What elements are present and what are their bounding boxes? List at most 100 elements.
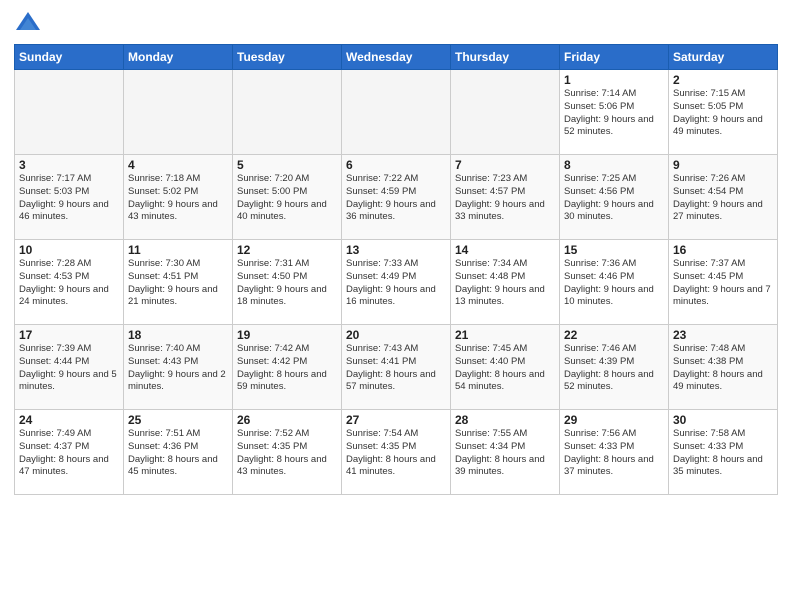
day-info: Sunrise: 7:45 AM Sunset: 4:40 PM Dayligh…: [455, 343, 555, 394]
day-number: 1: [564, 73, 664, 87]
day-number: 29: [564, 413, 664, 427]
calendar-cell: 3Sunrise: 7:17 AM Sunset: 5:03 PM Daylig…: [15, 155, 124, 240]
day-of-week-header: Tuesday: [233, 45, 342, 70]
calendar-cell: 26Sunrise: 7:52 AM Sunset: 4:35 PM Dayli…: [233, 410, 342, 495]
header: [14, 10, 778, 38]
day-info: Sunrise: 7:55 AM Sunset: 4:34 PM Dayligh…: [455, 428, 555, 479]
day-number: 15: [564, 243, 664, 257]
calendar-cell: 22Sunrise: 7:46 AM Sunset: 4:39 PM Dayli…: [560, 325, 669, 410]
day-number: 25: [128, 413, 228, 427]
day-number: 7: [455, 158, 555, 172]
day-info: Sunrise: 7:31 AM Sunset: 4:50 PM Dayligh…: [237, 258, 337, 309]
calendar-week-row: 24Sunrise: 7:49 AM Sunset: 4:37 PM Dayli…: [15, 410, 778, 495]
day-number: 4: [128, 158, 228, 172]
day-info: Sunrise: 7:23 AM Sunset: 4:57 PM Dayligh…: [455, 173, 555, 224]
day-info: Sunrise: 7:34 AM Sunset: 4:48 PM Dayligh…: [455, 258, 555, 309]
day-number: 6: [346, 158, 446, 172]
day-number: 27: [346, 413, 446, 427]
day-number: 30: [673, 413, 773, 427]
day-info: Sunrise: 7:14 AM Sunset: 5:06 PM Dayligh…: [564, 88, 664, 139]
calendar-week-row: 17Sunrise: 7:39 AM Sunset: 4:44 PM Dayli…: [15, 325, 778, 410]
day-number: 24: [19, 413, 119, 427]
calendar-cell: 17Sunrise: 7:39 AM Sunset: 4:44 PM Dayli…: [15, 325, 124, 410]
day-number: 5: [237, 158, 337, 172]
calendar-cell: 15Sunrise: 7:36 AM Sunset: 4:46 PM Dayli…: [560, 240, 669, 325]
calendar-page: SundayMondayTuesdayWednesdayThursdayFrid…: [0, 0, 792, 612]
calendar-cell: 12Sunrise: 7:31 AM Sunset: 4:50 PM Dayli…: [233, 240, 342, 325]
calendar-cell: 18Sunrise: 7:40 AM Sunset: 4:43 PM Dayli…: [124, 325, 233, 410]
day-info: Sunrise: 7:56 AM Sunset: 4:33 PM Dayligh…: [564, 428, 664, 479]
day-info: Sunrise: 7:33 AM Sunset: 4:49 PM Dayligh…: [346, 258, 446, 309]
calendar-cell: 13Sunrise: 7:33 AM Sunset: 4:49 PM Dayli…: [342, 240, 451, 325]
calendar-cell: [342, 70, 451, 155]
day-number: 8: [564, 158, 664, 172]
day-info: Sunrise: 7:49 AM Sunset: 4:37 PM Dayligh…: [19, 428, 119, 479]
calendar-cell: 30Sunrise: 7:58 AM Sunset: 4:33 PM Dayli…: [669, 410, 778, 495]
day-number: 23: [673, 328, 773, 342]
day-info: Sunrise: 7:51 AM Sunset: 4:36 PM Dayligh…: [128, 428, 228, 479]
calendar-cell: 23Sunrise: 7:48 AM Sunset: 4:38 PM Dayli…: [669, 325, 778, 410]
calendar-cell: 5Sunrise: 7:20 AM Sunset: 5:00 PM Daylig…: [233, 155, 342, 240]
day-info: Sunrise: 7:18 AM Sunset: 5:02 PM Dayligh…: [128, 173, 228, 224]
day-of-week-header: Friday: [560, 45, 669, 70]
day-number: 11: [128, 243, 228, 257]
day-number: 21: [455, 328, 555, 342]
day-info: Sunrise: 7:39 AM Sunset: 4:44 PM Dayligh…: [19, 343, 119, 394]
day-info: Sunrise: 7:28 AM Sunset: 4:53 PM Dayligh…: [19, 258, 119, 309]
day-number: 28: [455, 413, 555, 427]
day-info: Sunrise: 7:42 AM Sunset: 4:42 PM Dayligh…: [237, 343, 337, 394]
day-number: 14: [455, 243, 555, 257]
day-info: Sunrise: 7:15 AM Sunset: 5:05 PM Dayligh…: [673, 88, 773, 139]
calendar-cell: [233, 70, 342, 155]
calendar-cell: [124, 70, 233, 155]
calendar-cell: [15, 70, 124, 155]
calendar-cell: 27Sunrise: 7:54 AM Sunset: 4:35 PM Dayli…: [342, 410, 451, 495]
calendar-cell: 29Sunrise: 7:56 AM Sunset: 4:33 PM Dayli…: [560, 410, 669, 495]
day-info: Sunrise: 7:54 AM Sunset: 4:35 PM Dayligh…: [346, 428, 446, 479]
day-number: 19: [237, 328, 337, 342]
calendar-cell: 2Sunrise: 7:15 AM Sunset: 5:05 PM Daylig…: [669, 70, 778, 155]
calendar-cell: 11Sunrise: 7:30 AM Sunset: 4:51 PM Dayli…: [124, 240, 233, 325]
day-of-week-header: Thursday: [451, 45, 560, 70]
calendar-cell: 10Sunrise: 7:28 AM Sunset: 4:53 PM Dayli…: [15, 240, 124, 325]
day-info: Sunrise: 7:48 AM Sunset: 4:38 PM Dayligh…: [673, 343, 773, 394]
calendar-week-row: 10Sunrise: 7:28 AM Sunset: 4:53 PM Dayli…: [15, 240, 778, 325]
day-number: 26: [237, 413, 337, 427]
day-info: Sunrise: 7:25 AM Sunset: 4:56 PM Dayligh…: [564, 173, 664, 224]
calendar-week-row: 3Sunrise: 7:17 AM Sunset: 5:03 PM Daylig…: [15, 155, 778, 240]
day-info: Sunrise: 7:26 AM Sunset: 4:54 PM Dayligh…: [673, 173, 773, 224]
day-number: 16: [673, 243, 773, 257]
calendar-week-row: 1Sunrise: 7:14 AM Sunset: 5:06 PM Daylig…: [15, 70, 778, 155]
day-info: Sunrise: 7:37 AM Sunset: 4:45 PM Dayligh…: [673, 258, 773, 309]
calendar-cell: 9Sunrise: 7:26 AM Sunset: 4:54 PM Daylig…: [669, 155, 778, 240]
calendar-table: SundayMondayTuesdayWednesdayThursdayFrid…: [14, 44, 778, 495]
calendar-cell: 21Sunrise: 7:45 AM Sunset: 4:40 PM Dayli…: [451, 325, 560, 410]
day-number: 17: [19, 328, 119, 342]
calendar-cell: 20Sunrise: 7:43 AM Sunset: 4:41 PM Dayli…: [342, 325, 451, 410]
calendar-cell: 7Sunrise: 7:23 AM Sunset: 4:57 PM Daylig…: [451, 155, 560, 240]
calendar-cell: 1Sunrise: 7:14 AM Sunset: 5:06 PM Daylig…: [560, 70, 669, 155]
day-of-week-header: Wednesday: [342, 45, 451, 70]
day-number: 9: [673, 158, 773, 172]
calendar-cell: 25Sunrise: 7:51 AM Sunset: 4:36 PM Dayli…: [124, 410, 233, 495]
calendar-cell: 4Sunrise: 7:18 AM Sunset: 5:02 PM Daylig…: [124, 155, 233, 240]
day-of-week-header: Monday: [124, 45, 233, 70]
day-number: 3: [19, 158, 119, 172]
day-number: 2: [673, 73, 773, 87]
day-info: Sunrise: 7:46 AM Sunset: 4:39 PM Dayligh…: [564, 343, 664, 394]
calendar-cell: 16Sunrise: 7:37 AM Sunset: 4:45 PM Dayli…: [669, 240, 778, 325]
day-number: 20: [346, 328, 446, 342]
calendar-cell: 19Sunrise: 7:42 AM Sunset: 4:42 PM Dayli…: [233, 325, 342, 410]
day-info: Sunrise: 7:22 AM Sunset: 4:59 PM Dayligh…: [346, 173, 446, 224]
day-info: Sunrise: 7:40 AM Sunset: 4:43 PM Dayligh…: [128, 343, 228, 394]
logo: [14, 10, 44, 38]
day-info: Sunrise: 7:20 AM Sunset: 5:00 PM Dayligh…: [237, 173, 337, 224]
calendar-cell: 14Sunrise: 7:34 AM Sunset: 4:48 PM Dayli…: [451, 240, 560, 325]
day-number: 13: [346, 243, 446, 257]
day-info: Sunrise: 7:36 AM Sunset: 4:46 PM Dayligh…: [564, 258, 664, 309]
calendar-cell: 28Sunrise: 7:55 AM Sunset: 4:34 PM Dayli…: [451, 410, 560, 495]
calendar-cell: 24Sunrise: 7:49 AM Sunset: 4:37 PM Dayli…: [15, 410, 124, 495]
calendar-cell: 8Sunrise: 7:25 AM Sunset: 4:56 PM Daylig…: [560, 155, 669, 240]
day-info: Sunrise: 7:17 AM Sunset: 5:03 PM Dayligh…: [19, 173, 119, 224]
day-of-week-header: Saturday: [669, 45, 778, 70]
